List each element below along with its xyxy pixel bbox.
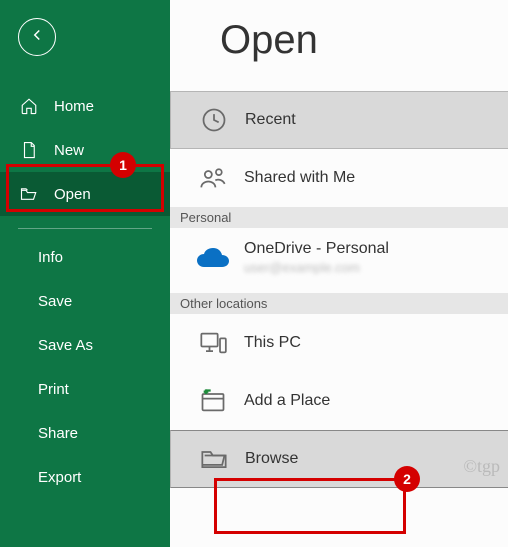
onedrive-account: user@example.com xyxy=(244,260,389,275)
annotation-badge-1: 1 xyxy=(110,152,136,178)
section-personal: Personal xyxy=(170,207,508,228)
nav-share-label: Share xyxy=(38,425,78,442)
people-icon xyxy=(192,164,234,192)
nav-save-as[interactable]: Save As xyxy=(0,323,170,367)
nav-save-label: Save xyxy=(38,293,72,310)
backstage-sidebar: Home New Open Info Save Save As Print Sh… xyxy=(0,0,170,547)
source-add-place-label: Add a Place xyxy=(244,392,330,410)
nav-print[interactable]: Print xyxy=(0,367,170,411)
nav-home-label: Home xyxy=(54,98,94,115)
source-recent-label: Recent xyxy=(245,111,296,129)
section-other: Other locations xyxy=(170,293,508,314)
nav-export[interactable]: Export xyxy=(0,455,170,499)
nav-new[interactable]: New xyxy=(0,128,170,172)
source-this-pc-label: This PC xyxy=(244,334,301,352)
onedrive-icon xyxy=(192,247,234,269)
nav-print-label: Print xyxy=(38,381,69,398)
nav-open[interactable]: Open xyxy=(0,172,170,216)
folder-icon xyxy=(193,445,235,473)
nav-open-label: Open xyxy=(54,186,91,203)
source-add-place[interactable]: Add a Place xyxy=(170,372,508,430)
source-shared[interactable]: Shared with Me xyxy=(170,149,508,207)
page-title: Open xyxy=(170,0,508,91)
source-shared-label: Shared with Me xyxy=(244,169,355,187)
nav-info-label: Info xyxy=(38,249,63,266)
nav-save-as-label: Save As xyxy=(38,337,93,354)
home-icon xyxy=(20,97,42,115)
onedrive-title: OneDrive - Personal xyxy=(244,240,389,258)
add-place-icon xyxy=(192,387,234,415)
back-arrow-icon xyxy=(28,26,46,49)
source-browse[interactable]: Browse xyxy=(170,430,508,488)
source-this-pc[interactable]: This PC xyxy=(170,314,508,372)
folder-open-icon xyxy=(20,185,42,203)
this-pc-icon xyxy=(192,329,234,357)
annotation-badge-2: 2 xyxy=(394,466,420,492)
nav-info[interactable]: Info xyxy=(0,235,170,279)
back-button[interactable] xyxy=(18,18,56,56)
sidebar-divider xyxy=(18,228,152,229)
watermark: ©tgp xyxy=(463,456,500,477)
nav-save[interactable]: Save xyxy=(0,279,170,323)
nav-home[interactable]: Home xyxy=(0,84,170,128)
open-panel: Open Recent Shared with Me Personal OneD… xyxy=(170,0,508,547)
source-browse-label: Browse xyxy=(245,450,298,468)
nav-export-label: Export xyxy=(38,469,81,486)
nav-new-label: New xyxy=(54,142,84,159)
nav-share[interactable]: Share xyxy=(0,411,170,455)
source-recent[interactable]: Recent xyxy=(170,91,508,149)
document-icon xyxy=(20,141,42,159)
source-onedrive[interactable]: OneDrive - Personal user@example.com xyxy=(170,228,508,293)
onedrive-text: OneDrive - Personal user@example.com xyxy=(244,240,389,275)
clock-icon xyxy=(193,106,235,134)
